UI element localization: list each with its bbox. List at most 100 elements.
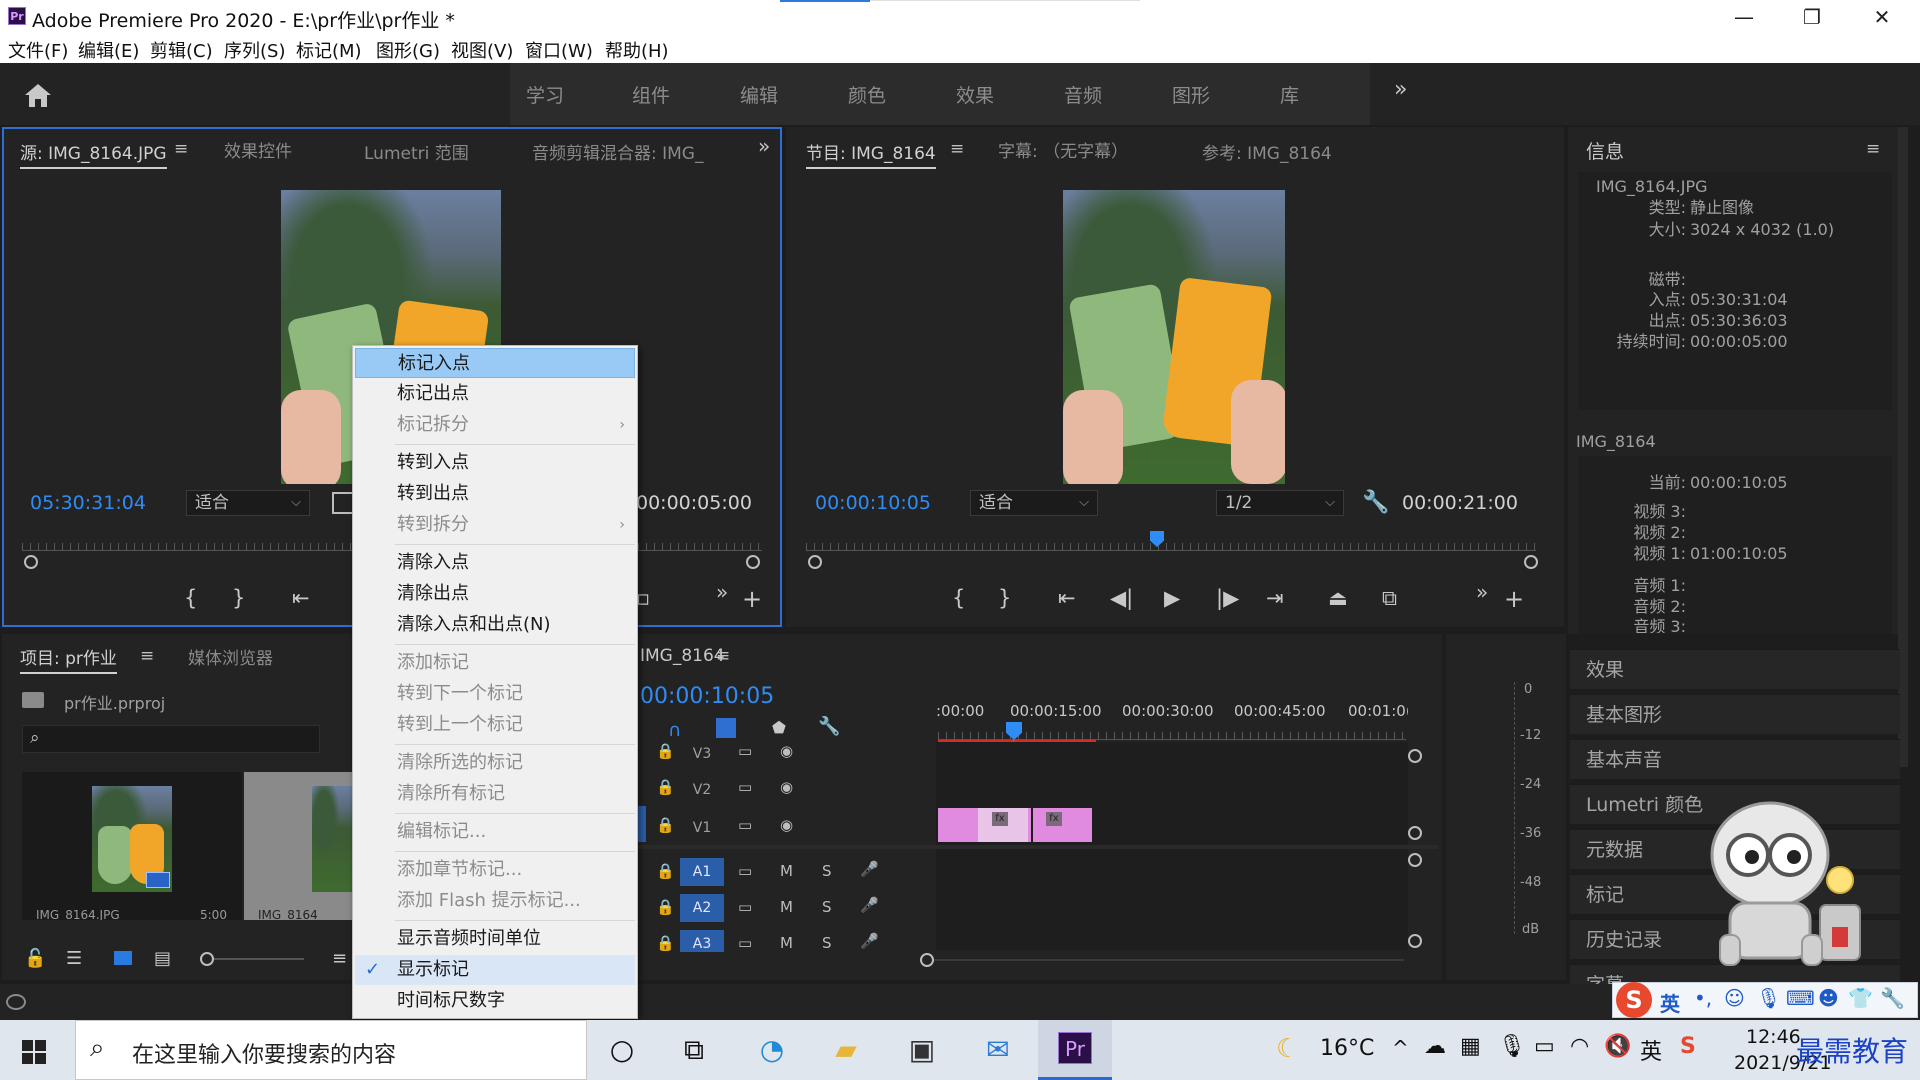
close-button[interactable]: ✕ [1852,2,1912,32]
menu-item-mark-in[interactable]: 标记入点 [355,348,635,378]
timeline-zoom-handle[interactable] [920,953,934,967]
windows-start-icon[interactable] [22,1040,46,1064]
premiere-taskbar-button[interactable]: Pr [1038,1020,1112,1080]
v2-sync-lock-icon[interactable]: ▭ [738,778,752,796]
a1-mic-icon[interactable]: 🎤 [860,860,879,878]
source-timecode[interactable]: 05:30:31:04 [30,492,146,514]
step-back-button[interactable]: ◀| [1110,586,1133,610]
v1-lock-icon[interactable]: 🔒 [656,816,675,834]
v3-sync-lock-icon[interactable]: ▭ [738,742,752,760]
workspace-graphics[interactable]: 图形 [1172,81,1210,108]
mark-out-button[interactable]: } [232,586,245,610]
ime-keyboard-icon[interactable]: ⌨ [1786,986,1815,1010]
sogou-tray-icon[interactable]: S [1680,1034,1696,1059]
ime-user-icon[interactable]: ☻ [1818,986,1839,1010]
v3-eye-icon[interactable]: ◉ [780,742,793,760]
taskbar-search-box[interactable]: ⌕ 在这里输入你要搜索的内容 [75,1020,587,1080]
maximize-button[interactable]: ❐ [1782,2,1842,32]
menu-item-mark-split[interactable]: 标记拆分 › [355,410,635,440]
source-overwrite-button[interactable]: ▫ [636,586,650,610]
list-view-icon[interactable]: ☰ [66,948,82,969]
program-zoom-handle-right[interactable] [1524,555,1538,569]
menu-item-show-markers[interactable]: ✓ 显示标记 [355,955,635,985]
menu-file[interactable]: 文件(F) [8,37,68,63]
play-button[interactable]: ▶ [1164,586,1180,610]
workspace-libraries[interactable]: 库 [1280,81,1299,108]
project-search-input[interactable] [22,725,320,753]
workspace-more-icon[interactable]: » [1394,77,1407,102]
tab-media-browser[interactable]: 媒体浏览器 [188,644,273,669]
menu-item-go-to-in[interactable]: 转到入点 [355,448,635,478]
menu-item-clear-in-out[interactable]: 清除入点和出点(N) [355,610,635,640]
go-to-out-button[interactable]: ⇥ [1266,586,1284,610]
menu-item-go-to-split[interactable]: 转到拆分 › [355,510,635,540]
source-more-icon[interactable]: » [758,134,770,158]
tray-app-icon[interactable]: ▦ [1460,1034,1481,1059]
cloud-sync-icon[interactable] [6,994,26,1010]
menu-clip[interactable]: 剪辑(C) [150,37,213,63]
step-forward-button[interactable]: |▶ [1216,586,1239,610]
menu-help[interactable]: 帮助(H) [605,37,669,63]
ime-emoji-icon[interactable]: ☺ [1724,986,1745,1010]
onedrive-icon[interactable]: ☁ [1424,1034,1446,1059]
menu-item-mark-out[interactable]: 标记出点 [355,379,635,409]
program-controls-more-icon[interactable]: » [1476,580,1488,604]
a3-mute-button[interactable]: M [780,934,793,952]
side-panel-effects[interactable]: 效果 [1570,649,1900,689]
track-v3-label[interactable]: V3 [680,740,724,768]
task-view-icon[interactable]: ⧉ [672,1030,716,1070]
menu-item-edit-marker[interactable]: 编辑标记... [355,817,635,847]
linked-selection-icon[interactable] [716,718,736,738]
tab-program[interactable]: 节目: IMG_8164 [806,139,936,169]
track-a2-label[interactable]: A2 [680,894,724,922]
v2-eye-icon[interactable]: ◉ [780,778,793,796]
sort-icon[interactable]: ≡ [332,948,347,969]
a2-sync-lock-icon[interactable]: ▭ [738,898,752,916]
timeline-zoom-track[interactable] [934,959,1404,961]
tab-effect-controls[interactable]: 效果控件 [224,137,292,162]
program-mark-in-button[interactable]: { [952,586,965,610]
timeline-settings-wrench-icon[interactable]: 🔧 [818,716,840,737]
v1-source-patch[interactable] [638,806,646,842]
track-scroll-handle-1[interactable] [1408,749,1422,763]
microphone-tray-icon[interactable]: 🎙 [1498,1034,1526,1059]
ime-tools-icon[interactable]: 🔧 [1880,986,1905,1010]
track-a3-label[interactable]: A3 [680,930,724,952]
add-marker-icon[interactable]: ⬟ [772,718,786,737]
weather-moon-icon[interactable]: ☾ [1276,1034,1299,1064]
side-panel-essential-sound[interactable]: 基本声音 [1570,739,1900,779]
source-fit-select[interactable]: 适合 ⌵ [186,490,310,516]
v1-eye-icon[interactable]: ◉ [780,816,793,834]
volume-muted-icon[interactable]: 🔇 [1604,1034,1631,1059]
file-explorer-icon[interactable]: ▰ [824,1030,868,1070]
source-controls-more-icon[interactable]: » [716,580,728,604]
a1-sync-lock-icon[interactable]: ▭ [738,862,752,880]
snap-magnet-icon[interactable]: ∩ [668,720,681,741]
program-zoom-handle-left[interactable] [808,555,822,569]
home-icon[interactable] [22,81,54,109]
ime-punctuation-icon[interactable]: •, [1694,986,1712,1010]
side-panel-essential-graphics[interactable]: 基本图形 [1570,694,1900,734]
menu-item-add-chapter-marker[interactable]: 添加章节标记... [355,855,635,885]
menu-edit[interactable]: 编辑(E) [78,37,139,63]
mail-icon[interactable]: ✉ [976,1030,1020,1070]
a2-mic-icon[interactable]: 🎤 [860,896,879,914]
edge-browser-icon[interactable]: ◔ [750,1030,794,1070]
workspace-assembly[interactable]: 组件 [632,81,670,108]
menu-window[interactable]: 窗口(W) [525,37,593,63]
menu-item-clear-all-markers[interactable]: 清除所有标记 [355,779,635,809]
mark-in-button[interactable]: { [184,586,197,610]
track-scroll-handle-4[interactable] [1408,934,1422,948]
battery-icon[interactable]: ▭ [1534,1034,1555,1059]
track-scroll-handle-2[interactable] [1408,826,1422,840]
a3-mic-icon[interactable]: 🎤 [860,932,879,950]
sogou-ime-icon[interactable]: S [1616,982,1652,1018]
source-add-button-icon[interactable]: + [742,585,762,613]
a3-solo-button[interactable]: S [822,934,832,952]
tab-reference[interactable]: 参考: IMG_8164 [1202,139,1332,164]
menu-graphics[interactable]: 图形(G) [376,37,440,63]
source-tab-menu-icon[interactable]: ≡ [174,139,188,159]
menu-item-clear-out[interactable]: 清除出点 [355,579,635,609]
wifi-icon[interactable]: ◠ [1570,1034,1589,1059]
program-go-to-in-button[interactable]: ⇤ [1058,586,1076,610]
